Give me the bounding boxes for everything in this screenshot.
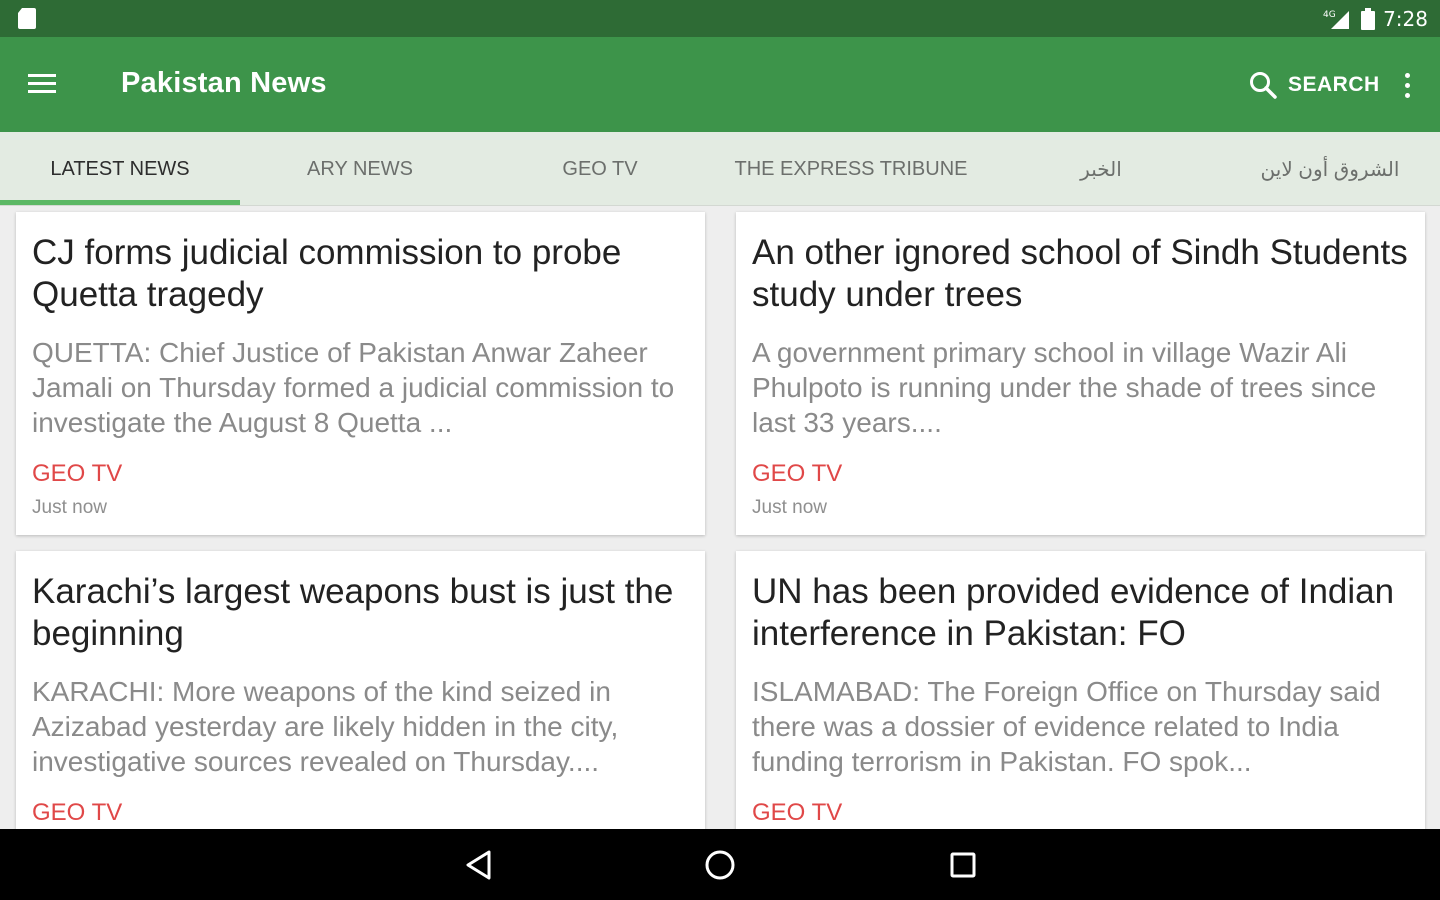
search-icon	[1250, 72, 1277, 99]
article-title: UN has been provided evidence of Indian …	[752, 572, 1395, 653]
article-title: CJ forms judicial commission to probe Qu…	[32, 233, 622, 314]
app-title: Pakistan News	[121, 67, 327, 99]
article-source[interactable]: GEO TV	[32, 460, 122, 488]
network-label: 4G	[1323, 10, 1336, 20]
recents-icon	[950, 852, 976, 878]
article-card[interactable]: Karachi’s largest weapons bust is just t…	[16, 551, 705, 851]
article-card[interactable]: UN has been provided evidence of Indian …	[736, 551, 1425, 851]
home-icon	[705, 850, 735, 880]
article-title: An other ignored school of Sindh Student…	[752, 233, 1408, 314]
battery-icon	[1361, 7, 1376, 30]
article-card[interactable]: CJ forms judicial commission to probe Qu…	[16, 212, 705, 535]
navigation-bar	[0, 829, 1440, 900]
recents-button[interactable]	[942, 844, 984, 886]
back-button[interactable]	[457, 844, 499, 886]
home-button[interactable]	[699, 844, 741, 886]
tab-indicator	[0, 200, 240, 205]
article-time: Just now	[32, 497, 107, 518]
article-title: Karachi’s largest weapons bust is just t…	[32, 572, 674, 653]
article-summary: QUETTA: Chief Justice of Pakistan Anwar …	[32, 337, 675, 438]
article-summary: KARACHI: More weapons of the kind seized…	[32, 676, 619, 777]
menu-icon[interactable]	[26, 70, 58, 98]
article-source[interactable]: GEO TV	[752, 460, 842, 488]
article-summary: ISLAMABAD: The Foreign Office on Thursda…	[752, 676, 1381, 777]
article-card[interactable]: An other ignored school of Sindh Student…	[736, 212, 1425, 535]
status-icons: 4G 7:28	[1323, 0, 1428, 37]
tab-geo-tv[interactable]: GEO TV	[480, 132, 720, 206]
tab-express-tribune[interactable]: THE EXPRESS TRIBUNE	[720, 132, 982, 206]
search-button[interactable]: SEARCH	[1248, 65, 1380, 105]
signal-icon: 4G	[1323, 10, 1350, 29]
app-bar: Pakistan News SEARCH	[0, 37, 1440, 132]
tab-echorouk[interactable]: الشروق أون لاين	[1220, 132, 1440, 206]
clock: 7:28	[1383, 6, 1428, 31]
article-source[interactable]: GEO TV	[32, 799, 122, 827]
tab-ary-news[interactable]: ARY NEWS	[240, 132, 480, 206]
article-time: Just now	[752, 497, 827, 518]
back-icon	[466, 850, 491, 880]
tab-bar: LATEST NEWS ARY NEWS GEO TV THE EXPRESS …	[0, 132, 1440, 206]
article-source[interactable]: GEO TV	[752, 799, 842, 827]
sd-card-icon	[18, 8, 36, 29]
article-summary: A government primary school in village W…	[752, 337, 1377, 438]
tab-al-khabar[interactable]: الخبر	[982, 132, 1220, 206]
search-label: SEARCH	[1288, 73, 1380, 96]
status-bar: 4G 7:28	[0, 0, 1440, 37]
tab-latest-news[interactable]: LATEST NEWS	[0, 132, 240, 206]
overflow-icon[interactable]	[1396, 67, 1418, 103]
